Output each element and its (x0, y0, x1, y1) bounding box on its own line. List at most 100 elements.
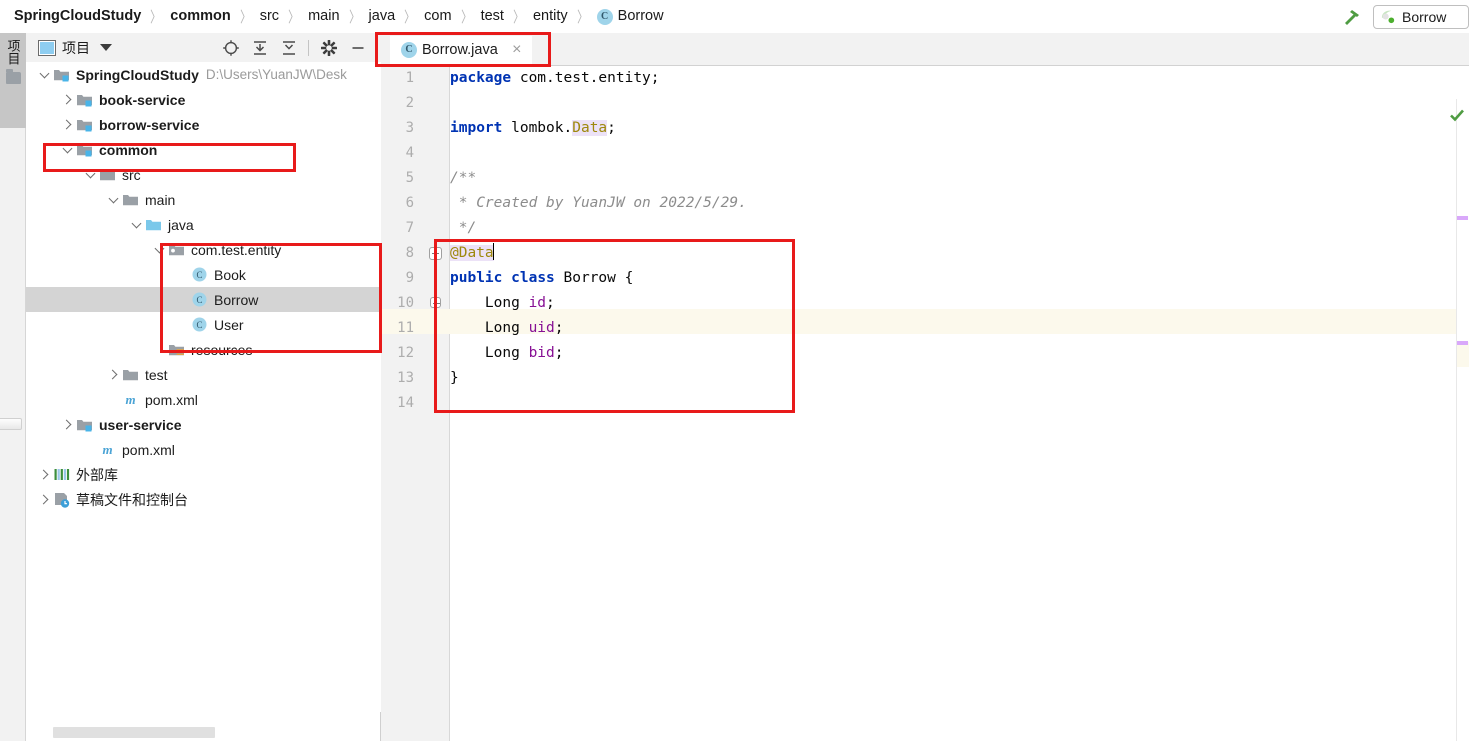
tree-node[interactable]: src (26, 162, 381, 187)
toolbar-divider (308, 39, 309, 56)
code-line-text: Long id; (450, 291, 555, 316)
tree-node[interactable]: common (26, 137, 381, 162)
code-token: public (450, 270, 503, 286)
tree-node[interactable]: com.test.entity (26, 237, 381, 262)
green-check-icon (1450, 109, 1464, 122)
breadcrumb-item-springcloudstudy[interactable]: SpringCloudStudy (14, 9, 141, 24)
tree-node[interactable]: 外部库 (26, 462, 381, 487)
tree-node[interactable]: resources (26, 337, 381, 362)
folder-icon (100, 170, 115, 181)
project-tool-window: 项目 SpringCloudStudy D:\Users\YuanJW\Desk… (26, 33, 381, 741)
chevron-down-icon[interactable] (59, 142, 75, 158)
editor-tab-borrow-java[interactable]: C Borrow.java × (390, 36, 532, 65)
breadcrumb-item-com[interactable]: com (424, 9, 451, 24)
chevron-down-icon[interactable] (105, 192, 121, 208)
line-number: 6 (405, 195, 414, 211)
tree-node[interactable]: java (26, 212, 381, 237)
chevron-down-icon[interactable] (82, 167, 98, 183)
panel-splitter-handle[interactable] (0, 418, 22, 430)
breadcrumb-item-java[interactable]: java (369, 9, 396, 24)
chevron-down-icon[interactable] (151, 242, 167, 258)
code-line: 9 public class Borrow { (382, 266, 1469, 291)
idea-window: SpringCloudStudy 〉 common 〉 src 〉 main 〉 java 〉 co… (0, 0, 1469, 741)
tree-node[interactable]: user-service (26, 412, 381, 437)
run-configuration-label: Borrow (1402, 8, 1447, 25)
tree-node-label: src (122, 166, 141, 183)
chevron-down-icon[interactable] (128, 217, 144, 233)
line-number: 14 (397, 395, 414, 411)
line-number: 5 (405, 170, 414, 186)
tree-twisty-empty (174, 292, 190, 308)
run-configuration-selector[interactable]: Borrow (1373, 4, 1469, 29)
project-tree-hscroll-thumb[interactable] (53, 727, 215, 738)
tool-window-button-project[interactable]: 项目 (0, 33, 26, 128)
code-token: */ (450, 220, 477, 236)
breadcrumb-item-main[interactable]: main (308, 9, 339, 24)
select-opened-file-button[interactable] (216, 35, 245, 61)
chevron-right-icon[interactable] (59, 92, 75, 108)
breadcrumb-item-src[interactable]: src (260, 9, 279, 24)
settings-gear-icon (320, 39, 337, 56)
chevron-right-icon[interactable] (36, 467, 52, 483)
hide-panel-button[interactable] (343, 35, 372, 61)
tree-node[interactable]: main (26, 187, 381, 212)
chevron-right-icon[interactable] (105, 367, 121, 383)
breadcrumb-separator: 〉 (404, 9, 416, 26)
tree-node-label: 外部库 (76, 466, 118, 483)
code-line: 6 * Created by YuanJW on 2022/5/29. (382, 191, 1469, 216)
class-icon: C (192, 292, 207, 307)
usage-stripe-marker[interactable] (1457, 341, 1468, 345)
build-project-button[interactable] (1335, 3, 1369, 31)
tree-node[interactable]: C Book (26, 262, 381, 287)
expand-all-button[interactable] (245, 35, 274, 61)
collapse-all-button[interactable] (274, 35, 303, 61)
code-token: @Data (450, 245, 494, 261)
code-token: Long (450, 345, 529, 361)
breadcrumb-item-label: common (170, 8, 231, 25)
chevron-right-icon[interactable] (59, 417, 75, 433)
line-number: 7 (405, 220, 414, 236)
code-editor[interactable]: 1 package com.test.entity; 2 3 import lombok… (382, 66, 1469, 741)
tree-node[interactable]: SpringCloudStudy D:\Users\YuanJW\Desk (26, 62, 381, 87)
breadcrumb-separator: 〉 (288, 9, 299, 26)
tree-node-path: D:\Users\YuanJW\Desk (205, 67, 347, 82)
tree-node[interactable]: book-service (26, 87, 381, 112)
tree-node[interactable]: m pom.xml (26, 437, 381, 462)
project-view-selector[interactable]: 项目 (38, 38, 112, 58)
tree-node[interactable]: test (26, 362, 381, 387)
class-icon: C (596, 8, 613, 25)
usage-stripe-marker[interactable] (1457, 216, 1468, 220)
code-line: 4 (382, 141, 1469, 166)
code-line: 11 Long uid; (382, 316, 1469, 341)
breadcrumb-item-label: entity (532, 8, 568, 25)
breadcrumb-item-common[interactable]: common (170, 9, 230, 24)
chevron-right-icon[interactable] (36, 492, 52, 508)
settings-button[interactable] (314, 35, 343, 61)
tree-node[interactable]: m pom.xml (26, 387, 381, 412)
error-stripe-marker-bar[interactable] (1450, 99, 1469, 741)
chevron-down-icon[interactable] (36, 67, 52, 83)
breadcrumb-item-entity[interactable]: entity (533, 9, 568, 24)
tree-node[interactable]: C User (26, 312, 381, 337)
code-line-text: } (450, 366, 459, 391)
tree-node[interactable]: borrow-service (26, 112, 381, 137)
breadcrumb-item-test[interactable]: test (481, 9, 504, 24)
close-icon[interactable]: × (510, 41, 524, 58)
project-tree[interactable]: SpringCloudStudy D:\Users\YuanJW\Desk book… (26, 62, 381, 712)
code-token: Borrow { (554, 270, 634, 286)
line-number: 2 (405, 95, 414, 111)
tree-twisty-empty (105, 392, 121, 408)
tree-node-selected[interactable]: C Borrow (26, 287, 381, 312)
navbar-right-actions: Borrow (1335, 0, 1469, 33)
tree-node[interactable]: 草稿文件和控制台 (26, 487, 381, 512)
tree-node-label: com.test.entity (191, 241, 282, 258)
breadcrumb-item-label: java (368, 8, 396, 25)
breadcrumb-item-label: Borrow (617, 8, 664, 25)
tree-node-label: user-service (99, 416, 182, 433)
project-tree-hscrollbar[interactable] (26, 723, 380, 741)
tree-node-label: 草稿文件和控制台 (76, 491, 188, 508)
chevron-right-icon[interactable] (59, 117, 75, 133)
breadcrumb-item-borrow[interactable]: C Borrow (596, 8, 664, 25)
code-content: 1 package com.test.entity; 2 3 import lombok… (382, 66, 1469, 741)
breadcrumb-separator: 〉 (576, 9, 588, 26)
